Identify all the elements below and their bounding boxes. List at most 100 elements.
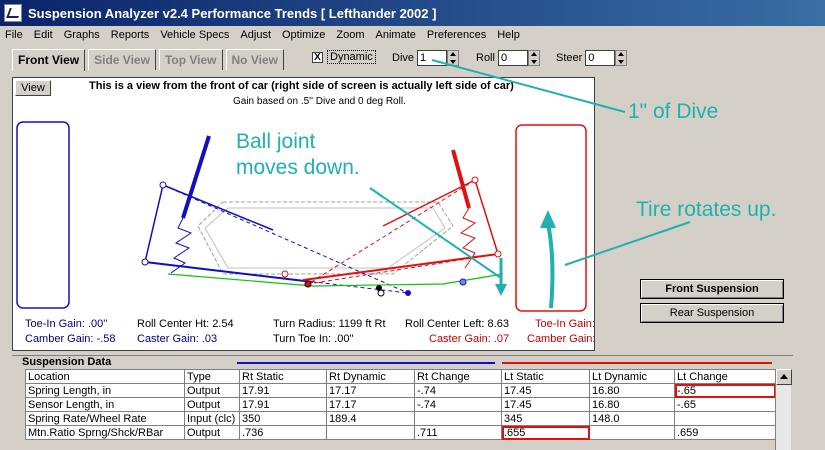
app-window: Suspension Analyzer v2.4 Performance Tre… <box>0 0 825 450</box>
menu-vehicle-specs[interactable]: Vehicle Specs <box>155 29 235 41</box>
toe-in-gain-lt: Toe-In Gain: .12'' <box>535 318 595 330</box>
dive-annotation: 1" of Dive <box>628 100 719 123</box>
cell[interactable]: .736 <box>239 425 327 440</box>
dive-label: Dive <box>392 52 415 64</box>
cell[interactable]: 16.80 <box>589 397 675 412</box>
cell[interactable]: Output <box>184 383 240 398</box>
cell[interactable]: 345 <box>501 411 590 426</box>
cell[interactable] <box>589 425 675 440</box>
left-lower-ball-joint <box>494 250 502 258</box>
steer-spinner[interactable] <box>615 50 628 66</box>
cell[interactable]: Mtn.Ratio Sprng/Shck/RBar <box>25 425 185 440</box>
cell[interactable]: Output <box>184 397 240 412</box>
col-type[interactable]: Type <box>184 369 240 384</box>
dynamic-check-box[interactable]: X <box>312 51 323 63</box>
dive-spinner[interactable] <box>447 50 460 66</box>
pivot-point <box>281 270 289 278</box>
view-title: This is a view from the front of car (ri… <box>89 80 514 92</box>
menu-graphs[interactable]: Graphs <box>59 29 106 41</box>
cell[interactable] <box>674 411 776 426</box>
menu-optimize[interactable]: Optimize <box>277 29 331 41</box>
menu-adjust[interactable]: Adjust <box>235 29 277 41</box>
tab-top-view[interactable]: Top View <box>158 49 223 70</box>
cell[interactable]: -.74 <box>414 383 502 398</box>
cell[interactable]: .659 <box>674 425 776 440</box>
turn-toe-in: Turn Toe In: .00'' <box>273 333 354 345</box>
cell[interactable]: Output <box>184 425 240 440</box>
cell[interactable]: 17.17 <box>326 383 415 398</box>
cell[interactable]: 17.91 <box>239 383 327 398</box>
cell[interactable]: 17.91 <box>239 397 327 412</box>
caster-gain-rt: Caster Gain: .03 <box>137 333 218 345</box>
menu-zoom[interactable]: Zoom <box>331 29 370 41</box>
dynamic-checkbox[interactable]: X Dynamic <box>312 50 376 64</box>
ball-joint-annotation-1: Ball joint <box>236 130 316 153</box>
menu-edit[interactable]: Edit <box>29 29 59 41</box>
tire-annotation: Tire rotates up. <box>636 198 777 221</box>
cell[interactable]: 17.45 <box>501 383 590 398</box>
menu-help[interactable]: Help <box>492 29 526 41</box>
cell[interactable]: Spring Length, in <box>25 383 185 398</box>
col-lt-change[interactable]: Lt Change <box>674 369 776 384</box>
toe-in-gain-rt: Toe-In Gain: .00'' <box>25 318 108 330</box>
tab-side-view[interactable]: Side View <box>88 49 156 70</box>
tab-no-view[interactable]: No View <box>225 49 284 70</box>
view-button[interactable]: View <box>15 80 51 96</box>
steer-input[interactable]: 0 <box>585 50 616 66</box>
cell[interactable]: -.74 <box>414 397 502 412</box>
dive-input[interactable]: 1 <box>417 50 448 66</box>
col-location[interactable]: Location <box>25 369 185 384</box>
window-title: Suspension Analyzer v2.4 Performance Tre… <box>28 5 437 21</box>
col-rt-dynamic[interactable]: Rt Dynamic <box>326 369 415 384</box>
scroll-up-icon[interactable] <box>776 369 792 385</box>
caster-gain-lt: Caster Gain: .07 <box>429 333 510 345</box>
roll-spinner[interactable] <box>527 50 540 66</box>
cell[interactable]: 17.45 <box>501 397 590 412</box>
col-lt-static[interactable]: Lt Static <box>501 369 590 384</box>
col-lt-dynamic[interactable]: Lt Dynamic <box>589 369 675 384</box>
right-upper-ball-joint <box>159 181 167 189</box>
table-row[interactable]: Spring Length, in Output 17.91 17.17 -.7… <box>25 383 776 398</box>
left-upper-arm <box>382 179 476 227</box>
cell[interactable]: 148.0 <box>589 411 675 426</box>
cell[interactable]: Input (clc) <box>184 411 240 426</box>
roll-center-ht: Roll Center Ht: 2.54 <box>137 318 234 330</box>
suspension-data-section: Suspension Data Location Type Rt Static … <box>12 355 793 450</box>
highlighted-cell[interactable]: -.65 <box>674 383 776 398</box>
cell[interactable]: .711 <box>414 425 502 440</box>
cell[interactable]: Spring Rate/Wheel Rate <box>25 411 185 426</box>
left-upper-ball-joint <box>471 176 479 184</box>
suspension-data-table: Location Type Rt Static Rt Dynamic Rt Ch… <box>25 369 776 440</box>
menu-file[interactable]: File <box>0 29 29 41</box>
left-shock <box>451 149 471 209</box>
dive-control: Dive 1 <box>392 50 460 66</box>
cell[interactable]: 17.17 <box>326 397 415 412</box>
roll-center-left-label: Roll Center Left: 8.63 <box>405 318 509 330</box>
rear-suspension-button[interactable]: Rear Suspension <box>640 303 784 323</box>
highlighted-cell[interactable]: .655 <box>501 425 590 440</box>
roll-input[interactable]: 0 <box>497 50 528 66</box>
cell[interactable]: -.65 <box>674 397 776 412</box>
tab-front-view[interactable]: Front View <box>12 49 86 71</box>
table-row[interactable]: Sensor Length, in Output 17.91 17.17 -.7… <box>25 397 776 412</box>
col-rt-static[interactable]: Rt Static <box>239 369 327 384</box>
cell[interactable]: 16.80 <box>589 383 675 398</box>
front-view-panel: View This is a view from the front of ca… <box>12 77 595 351</box>
cell[interactable] <box>414 411 502 426</box>
right-lower-ball-joint <box>141 258 149 266</box>
menu-animate[interactable]: Animate <box>371 29 422 41</box>
cell[interactable]: 189.4 <box>326 411 415 426</box>
vertical-scrollbar[interactable] <box>775 369 792 450</box>
cell[interactable]: 350 <box>239 411 327 426</box>
cell[interactable]: Sensor Length, in <box>25 397 185 412</box>
cell[interactable] <box>326 425 415 440</box>
table-row[interactable]: Spring Rate/Wheel Rate Input (clc) 350 1… <box>25 411 776 426</box>
table-row[interactable]: Mtn.Ratio Sprng/Shck/RBar Output .736 .7… <box>25 425 776 440</box>
menu-preferences[interactable]: Preferences <box>422 29 492 41</box>
camber-gain-rt: Camber Gain: -.58 <box>25 333 116 345</box>
menu-reports[interactable]: Reports <box>106 29 156 41</box>
roll-center-right <box>405 290 411 296</box>
front-suspension-button[interactable]: Front Suspension <box>640 279 784 299</box>
col-rt-change[interactable]: Rt Change <box>414 369 502 384</box>
rotate-arrow-head <box>540 210 556 228</box>
